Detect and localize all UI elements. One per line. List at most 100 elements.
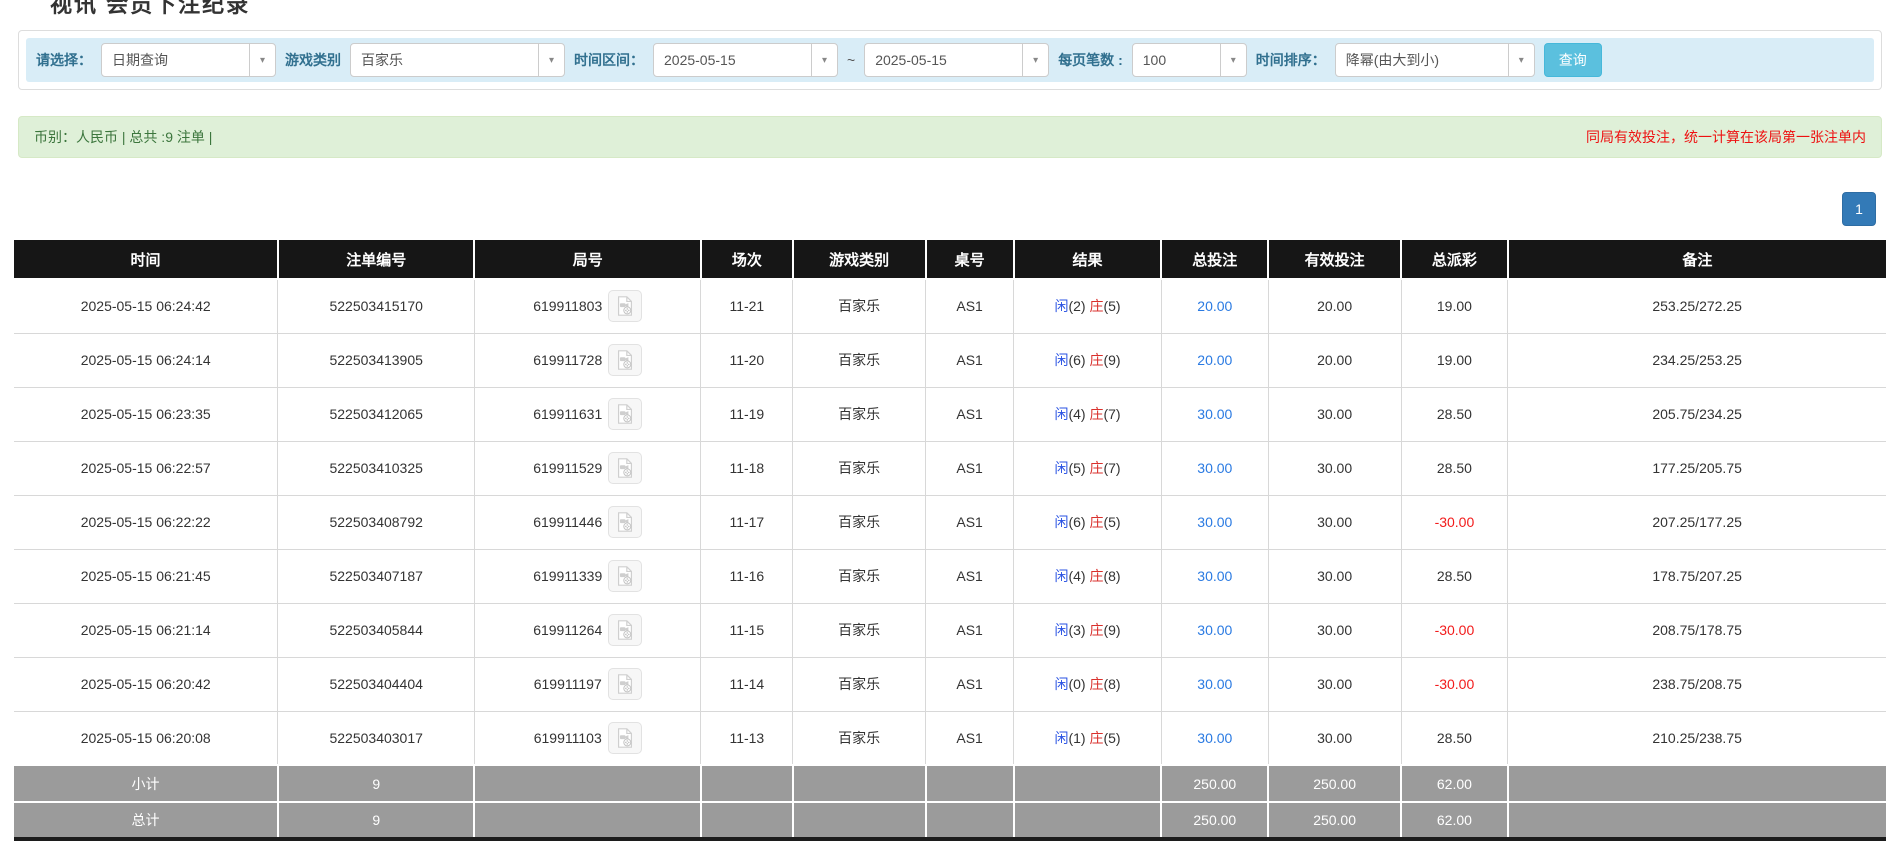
video-replay-button[interactable] xyxy=(608,398,642,430)
query-button[interactable]: 查询 xyxy=(1544,43,1602,77)
video-replay-button[interactable] xyxy=(608,506,642,538)
cell-game-type: 百家乐 xyxy=(793,279,926,333)
cell-bet-id: 522503403017 xyxy=(278,711,475,765)
cell-bet-id: 522503412065 xyxy=(278,387,475,441)
page-button-1[interactable]: 1 xyxy=(1842,192,1876,226)
video-file-icon xyxy=(614,295,636,317)
cell-remark: 210.25/238.75 xyxy=(1508,711,1886,765)
round-id-text: 619911103 xyxy=(534,730,602,746)
cell-table-no: AS1 xyxy=(926,279,1014,333)
cell-table-no: AS1 xyxy=(926,603,1014,657)
cell-payout: -30.00 xyxy=(1401,603,1508,657)
cell-time: 2025-05-15 06:23:35 xyxy=(14,387,278,441)
header-result: 结果 xyxy=(1014,239,1162,279)
cell-total-bet: 30.00 xyxy=(1161,549,1268,603)
date-from-select[interactable]: 2025-05-15 ▾ xyxy=(653,43,838,77)
payout-value: 28.50 xyxy=(1437,568,1472,584)
cell-payout: 19.00 xyxy=(1401,333,1508,387)
total-bet-link[interactable]: 30.00 xyxy=(1197,622,1232,638)
video-replay-button[interactable] xyxy=(608,344,642,376)
video-replay-button[interactable] xyxy=(608,452,642,484)
cell-total-bet: 30.00 xyxy=(1161,603,1268,657)
cell-valid-bet: 30.00 xyxy=(1268,603,1401,657)
cell-total-bet: 30.00 xyxy=(1161,495,1268,549)
total-bet-link[interactable]: 20.00 xyxy=(1197,352,1232,368)
result-banker-label: 庄 xyxy=(1089,622,1103,638)
cell-result: 闲(0) 庄(8) xyxy=(1014,657,1162,711)
cell-total-bet: 30.00 xyxy=(1161,657,1268,711)
round-id-text: 619911197 xyxy=(534,676,602,692)
chevron-down-icon: ▾ xyxy=(1508,44,1534,76)
table-header: 时间 注单编号 局号 场次 游戏类别 桌号 结果 总投注 有效投注 总派彩 备注 xyxy=(14,239,1886,279)
total-bet-link[interactable]: 30.00 xyxy=(1197,514,1232,530)
result-player-score: (4) xyxy=(1068,406,1085,422)
cell-session: 11-14 xyxy=(701,657,793,711)
game-type-select[interactable]: 百家乐 ▾ xyxy=(350,43,565,77)
result-player-label: 闲 xyxy=(1054,514,1068,530)
result-player-score: (6) xyxy=(1068,352,1085,368)
summary-payout: 62.00 xyxy=(1401,802,1508,839)
video-replay-button[interactable] xyxy=(608,290,642,322)
table-footer: 小计 9 250.00 250.00 62.00 总计 9 250.00 250… xyxy=(14,765,1886,839)
cell-result: 闲(2) 庄(5) xyxy=(1014,279,1162,333)
total-bet-link[interactable]: 30.00 xyxy=(1197,730,1232,746)
summary-row: 总计 9 250.00 250.00 62.00 xyxy=(14,802,1886,839)
cell-session: 11-18 xyxy=(701,441,793,495)
result-player-label: 闲 xyxy=(1054,352,1068,368)
cell-bet-id: 522503405844 xyxy=(278,603,475,657)
payout-value: 28.50 xyxy=(1437,460,1472,476)
round-id-text: 619911339 xyxy=(533,568,602,584)
result-banker-label: 庄 xyxy=(1089,568,1103,584)
header-valid-bet: 有效投注 xyxy=(1268,239,1401,279)
page-size-label: 每页笔数 : xyxy=(1058,50,1123,70)
video-file-icon xyxy=(614,727,636,749)
total-bet-link[interactable]: 20.00 xyxy=(1197,298,1232,314)
header-payout: 总派彩 xyxy=(1401,239,1508,279)
page-title-clip: 视讯 会员下注纪录 xyxy=(0,0,1900,15)
cell-total-bet: 30.00 xyxy=(1161,711,1268,765)
total-bet-link[interactable]: 30.00 xyxy=(1197,406,1232,422)
header-bet-id: 注单编号 xyxy=(278,239,475,279)
round-id-text: 619911803 xyxy=(533,298,602,314)
video-replay-button[interactable] xyxy=(608,560,642,592)
result-player-label: 闲 xyxy=(1054,298,1068,314)
page-size-select[interactable]: 100 ▾ xyxy=(1132,43,1247,77)
result-banker-score: (7) xyxy=(1103,460,1120,476)
date-range-label: 时间区间： xyxy=(574,50,644,70)
chevron-down-icon: ▾ xyxy=(1022,44,1048,76)
cell-round-id: 619911803 xyxy=(474,279,701,333)
cell-valid-bet: 30.00 xyxy=(1268,549,1401,603)
video-replay-button[interactable] xyxy=(608,668,642,700)
cell-game-type: 百家乐 xyxy=(793,549,926,603)
cell-remark: 234.25/253.25 xyxy=(1508,333,1886,387)
cell-round-id: 619911197 xyxy=(474,657,701,711)
cell-remark: 238.75/208.75 xyxy=(1508,657,1886,711)
chevron-down-icon: ▾ xyxy=(1220,44,1246,76)
cell-valid-bet: 30.00 xyxy=(1268,441,1401,495)
total-bet-link[interactable]: 30.00 xyxy=(1197,568,1232,584)
query-mode-select[interactable]: 日期查询 ▾ xyxy=(101,43,276,77)
round-id-text: 619911529 xyxy=(533,460,602,476)
summary-payout: 62.00 xyxy=(1401,765,1508,802)
date-to-select[interactable]: 2025-05-15 ▾ xyxy=(864,43,1049,77)
cell-session: 11-17 xyxy=(701,495,793,549)
total-bet-link[interactable]: 30.00 xyxy=(1197,676,1232,692)
video-replay-button[interactable] xyxy=(608,614,642,646)
cell-game-type: 百家乐 xyxy=(793,603,926,657)
cell-table-no: AS1 xyxy=(926,549,1014,603)
cell-result: 闲(6) 庄(5) xyxy=(1014,495,1162,549)
payout-value: 28.50 xyxy=(1437,406,1472,422)
cell-session: 11-16 xyxy=(701,549,793,603)
cell-payout: 19.00 xyxy=(1401,279,1508,333)
sort-select[interactable]: 降幂(由大到小) ▾ xyxy=(1335,43,1535,77)
cell-game-type: 百家乐 xyxy=(793,495,926,549)
cell-table-no: AS1 xyxy=(926,495,1014,549)
total-bet-link[interactable]: 30.00 xyxy=(1197,460,1232,476)
cell-bet-id: 522503408792 xyxy=(278,495,475,549)
result-player-label: 闲 xyxy=(1054,568,1068,584)
cell-game-type: 百家乐 xyxy=(793,333,926,387)
table-row: 2025-05-15 06:21:14 522503405844 6199112… xyxy=(14,603,1886,657)
cell-table-no: AS1 xyxy=(926,441,1014,495)
result-player-label: 闲 xyxy=(1054,730,1068,746)
video-replay-button[interactable] xyxy=(608,722,642,754)
